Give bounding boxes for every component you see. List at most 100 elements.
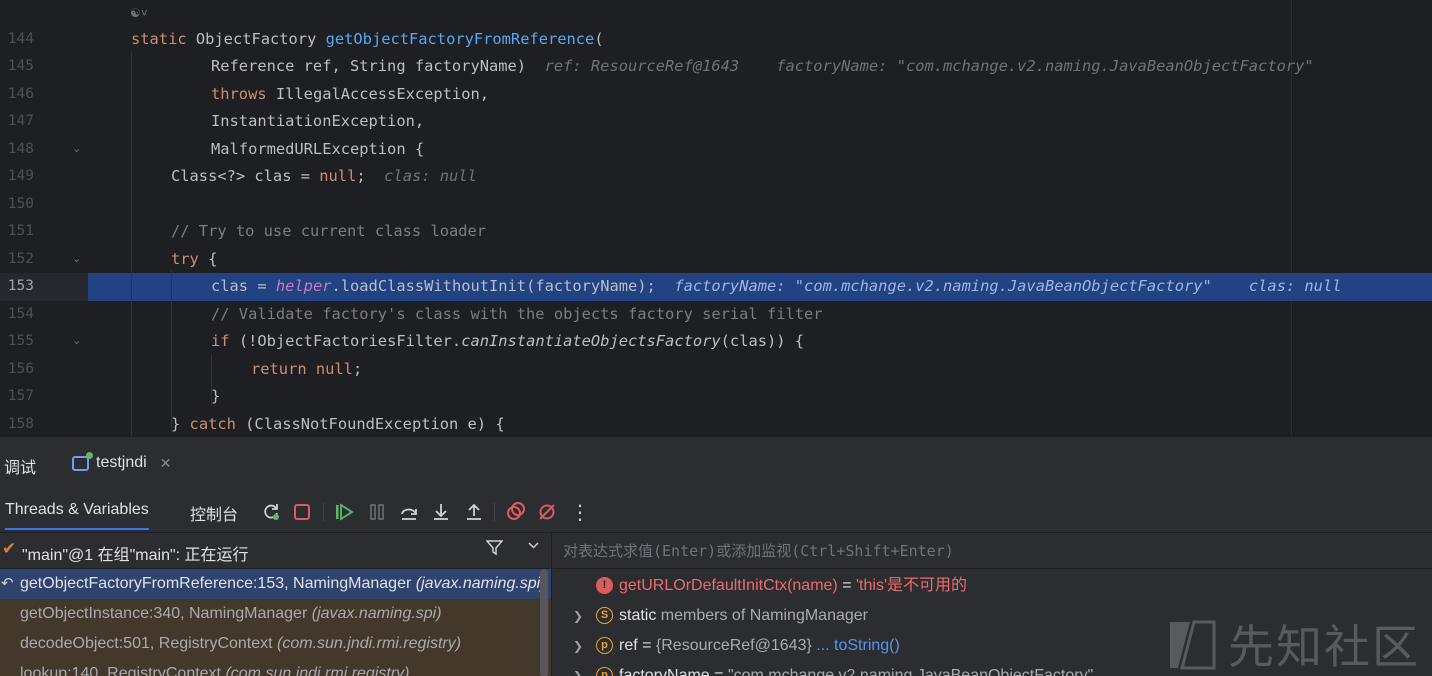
expand-chevron-icon[interactable]: ❯ xyxy=(573,661,583,676)
parameter-icon: p xyxy=(596,637,613,654)
rerun-icon[interactable] xyxy=(260,501,282,523)
code-text: Reference ref, String factoryName) ref: … xyxy=(211,53,1314,81)
code-text: static ObjectFactory getObjectFactoryFro… xyxy=(131,26,604,54)
step-into-icon[interactable] xyxy=(430,501,452,523)
variable-value: 'this'是不可用的 xyxy=(855,577,967,594)
mute-breakpoints-icon[interactable] xyxy=(536,501,558,523)
to-string-link[interactable]: ... toString() xyxy=(812,637,900,654)
stack-frame-row[interactable]: ↶ getObjectFactoryFromReference:153, Nami… xyxy=(0,569,551,599)
frame-package: (com.sun.jndi.rmi.registry) xyxy=(277,635,462,652)
tab-console[interactable]: 控制台 xyxy=(190,501,238,525)
code-text: if (!ObjectFactoriesFilter.canInstantiat… xyxy=(211,328,804,356)
code-token: canInstantiateObjectsFactory xyxy=(461,332,721,350)
line-number[interactable]: 155 xyxy=(0,328,34,356)
thread-selector[interactable]: ✔ "main"@1 在组"main": 正在运行 xyxy=(0,533,551,569)
line-number[interactable]: 144 xyxy=(0,26,34,54)
line-number[interactable]: 156 xyxy=(0,356,34,384)
chevron-down-icon[interactable] xyxy=(527,539,540,555)
code-token: clas = xyxy=(211,277,276,295)
more-options-icon[interactable]: ⋮ xyxy=(569,501,591,524)
tab-threads-variables[interactable]: Threads & Variables xyxy=(5,501,149,530)
line-number[interactable]: 157 xyxy=(0,383,34,411)
line-number[interactable]: 149 xyxy=(0,163,34,191)
code-line[interactable]: 147 InstantiationException, xyxy=(0,108,1432,136)
close-icon[interactable]: ✕ xyxy=(160,455,172,472)
variable-name: ref xyxy=(619,637,638,654)
line-number[interactable]: 158 xyxy=(0,411,34,437)
watermark-logo-icon xyxy=(1170,620,1216,670)
code-line[interactable]: 150 xyxy=(0,191,1432,219)
filter-icon[interactable] xyxy=(485,539,504,561)
fold-icon[interactable]: ⌄ xyxy=(72,334,86,348)
code-line[interactable]: 157} xyxy=(0,383,1432,411)
expand-chevron-icon[interactable]: ❯ xyxy=(573,631,583,661)
code-line[interactable]: 154 // Validate factory's class with the … xyxy=(0,301,1432,329)
line-number[interactable]: 147 xyxy=(0,108,34,136)
line-number[interactable]: 151 xyxy=(0,218,34,246)
stack-frame-row[interactable]: getObjectInstance:340, NamingManager (ja… xyxy=(0,599,551,629)
current-frame-icon: ↶ xyxy=(1,575,14,592)
code-text: } xyxy=(211,383,220,411)
variable-value: {ResourceRef@1643} xyxy=(655,637,812,654)
line-number[interactable]: 154 xyxy=(0,301,34,329)
inline-debug-value: factoryName: "com.mchange.v2.naming.Java… xyxy=(655,277,1342,295)
code-token: null xyxy=(319,167,357,185)
line-number[interactable]: 145 xyxy=(0,53,34,81)
variable-row[interactable]: ! getURLOrDefaultInitCtx(name) = 'this'是不… xyxy=(553,571,1432,601)
code-token: try xyxy=(171,249,209,268)
stop-icon[interactable] xyxy=(291,501,313,523)
fold-icon[interactable]: ⌄ xyxy=(72,142,86,156)
expand-chevron-icon[interactable]: ❯ xyxy=(573,601,583,631)
code-line[interactable]: 149 Class<?> clas = null; clas: null xyxy=(0,163,1432,191)
variable-text: ref = {ResourceRef@1643} ... toString() xyxy=(619,631,900,661)
code-line[interactable]: 158} catch (ClassNotFoundException e) { xyxy=(0,411,1432,437)
code-line[interactable]: 155 if (!ObjectFactoriesFilter.canInstant… xyxy=(0,328,1432,356)
line-number[interactable]: 152 xyxy=(0,246,34,274)
indent-guide xyxy=(131,52,132,436)
line-number[interactable]: 146 xyxy=(0,81,34,109)
variable-text: factoryName = "com.mchange.v2.naming.Jav… xyxy=(619,661,1093,676)
frame-method: decodeObject:501, RegistryContext xyxy=(20,635,278,652)
code-token: } xyxy=(211,387,221,405)
code-token: return null xyxy=(251,359,353,378)
stack-frame-label: decodeObject:501, RegistryContext (com.s… xyxy=(20,629,461,659)
code-text: try { xyxy=(171,246,217,274)
resume-icon[interactable] xyxy=(333,501,355,523)
code-text: // Try to use current class loader xyxy=(171,218,486,246)
line-number[interactable]: 150 xyxy=(0,191,34,219)
code-token: static xyxy=(131,29,196,48)
code-line[interactable]: 148 MalformedURLException { xyxy=(0,136,1432,164)
stack-frame-row[interactable]: lookup:140, RegistryContext (com.sun.jnd… xyxy=(0,659,551,676)
code-line[interactable]: 146 throws IllegalAccessException, xyxy=(0,81,1432,109)
variable-description: members of NamingManager xyxy=(656,607,868,624)
code-editor[interactable]: ☯˅ 144 static ObjectFactory getObjectFact… xyxy=(0,0,1432,436)
fold-icon[interactable]: ⌄ xyxy=(72,252,86,266)
session-tab-label: testjndi xyxy=(96,454,147,471)
code-text: return null; xyxy=(251,356,362,384)
session-tab-testjndi[interactable]: testjndi ✕ xyxy=(72,451,172,474)
code-line[interactable]: 152 try { xyxy=(0,246,1432,274)
pause-icon[interactable] xyxy=(366,501,388,523)
frames-scrollbar[interactable] xyxy=(540,569,548,676)
evaluate-expression-input[interactable] xyxy=(553,533,1432,569)
code-line[interactable]: 151 // Try to use current class loader xyxy=(0,218,1432,246)
code-text: InstantiationException, xyxy=(211,108,424,136)
code-line[interactable]: 145 Reference ref, String factoryName) re… xyxy=(0,53,1432,81)
step-over-icon[interactable] xyxy=(398,501,420,523)
code-line[interactable]: 144 static ObjectFactory getObjectFactory… xyxy=(0,26,1432,54)
line-number[interactable]: 148 xyxy=(0,136,34,164)
code-token: getObjectFactoryFromReference xyxy=(325,29,595,48)
stack-frame-row[interactable]: decodeObject:501, RegistryContext (com.s… xyxy=(0,629,551,659)
current-execution-line[interactable]: 153 clas = helper.loadClassWithoutInit(fa… xyxy=(8,273,1432,301)
step-out-icon[interactable] xyxy=(463,501,485,523)
variable-name: getURLOrDefaultInitCtx(name) xyxy=(619,577,838,594)
view-breakpoints-icon[interactable] xyxy=(504,501,526,523)
code-token: ( xyxy=(594,29,604,48)
variable-equals: = xyxy=(637,637,656,654)
static-icon: S xyxy=(596,607,613,624)
stack-frame-label: getObjectInstance:340, NamingManager (ja… xyxy=(20,599,442,629)
debug-title: 调试 xyxy=(4,460,37,477)
code-line[interactable]: 156 return null; xyxy=(0,356,1432,384)
line-number[interactable]: 153 xyxy=(0,273,34,301)
toolbar-divider xyxy=(494,503,495,521)
